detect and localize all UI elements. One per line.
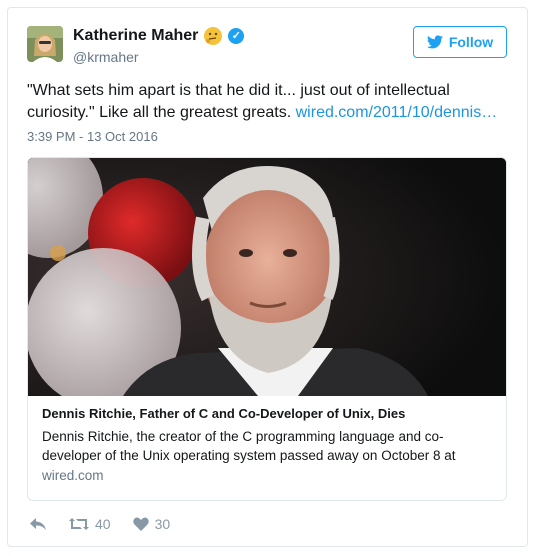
- user-name[interactable]: Katherine Maher: [73, 27, 198, 45]
- link-preview-card[interactable]: Dennis Ritchie, Father of C and Co-Devel…: [27, 157, 507, 501]
- follow-label: Follow: [448, 34, 494, 50]
- twitter-bird-icon: [426, 35, 443, 49]
- retweet-count: 40: [95, 516, 111, 532]
- heart-icon: [132, 517, 149, 531]
- card-image: [28, 158, 506, 396]
- reply-button[interactable]: [29, 516, 47, 532]
- user-name-row: Katherine Maher ✓: [73, 27, 245, 45]
- card-domain: wired.com: [42, 468, 104, 483]
- tweet-text: "What sets him apart is that he did it..…: [27, 80, 511, 124]
- card-description: Dennis Ritchie, the creator of the C pro…: [42, 429, 456, 463]
- tweet-link[interactable]: wired.com/2011/10/dennis…: [296, 104, 498, 121]
- reply-icon: [30, 518, 46, 530]
- like-count: 30: [154, 516, 171, 532]
- like-button[interactable]: 30: [132, 516, 171, 532]
- retweet-icon: [69, 518, 89, 530]
- tweet-timestamp[interactable]: 3:39 PM - 13 Oct 2016: [27, 129, 158, 144]
- user-handle[interactable]: @krmaher: [73, 49, 139, 65]
- card-body: Dennis Ritchie, Father of C and Co-Devel…: [28, 396, 506, 483]
- verified-badge-icon: ✓: [228, 28, 245, 44]
- thinking-face-icon: [204, 27, 223, 45]
- card-title: Dennis Ritchie, Father of C and Co-Devel…: [42, 406, 406, 421]
- avatar[interactable]: [27, 26, 63, 62]
- follow-button[interactable]: Follow: [413, 26, 507, 58]
- tweet-card: Katherine Maher ✓ @krmaher Follow "What …: [7, 7, 528, 547]
- tweet-actions: 40 30: [29, 516, 170, 532]
- retweet-button[interactable]: 40: [69, 516, 111, 532]
